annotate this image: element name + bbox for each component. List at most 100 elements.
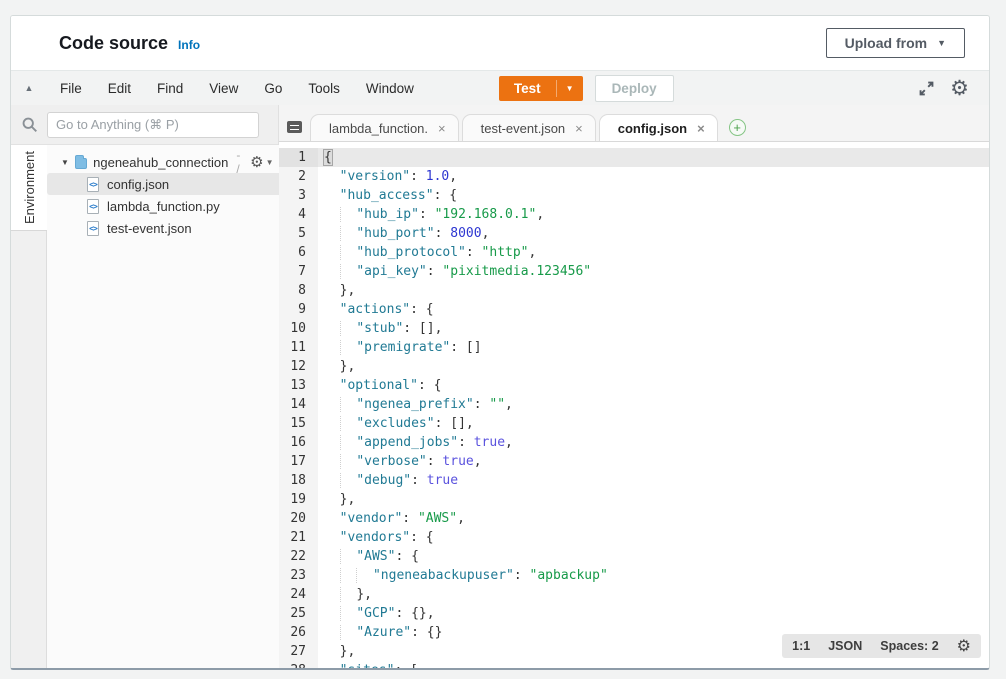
indent: [324, 416, 340, 431]
tree-file-item[interactable]: <>lambda_function.py: [47, 195, 287, 217]
tab-close-icon[interactable]: ×: [697, 121, 705, 136]
code-text: "version": 1.0,: [318, 167, 457, 186]
token: true: [442, 454, 473, 469]
tab-label: test-event.json: [481, 121, 566, 136]
tree-folder-row[interactable]: ▼ ngeneahub_connection - / ⚙ ▼: [47, 151, 287, 173]
status-cursor-position[interactable]: 1:1: [792, 639, 810, 653]
panel-header: Code source Info Upload from ▼: [11, 16, 989, 70]
token: },: [340, 644, 356, 659]
tab-list-icon[interactable]: [287, 121, 302, 133]
code-text: "hub_protocol": "http",: [318, 243, 536, 262]
status-indent[interactable]: Spaces: 2: [880, 639, 938, 653]
indent: [340, 549, 357, 564]
menubar-icons: ⚙: [918, 78, 969, 99]
indent: [324, 435, 340, 450]
test-button-label: Test: [499, 76, 556, 101]
menu-item-tools[interactable]: Tools: [295, 75, 353, 102]
menu-item-window[interactable]: Window: [353, 75, 427, 102]
code-text: "hub_port": 8000,: [318, 224, 489, 243]
token: ,: [482, 226, 490, 241]
token: ,: [529, 245, 537, 260]
token: "AWS": [418, 511, 457, 526]
token: true: [427, 473, 458, 488]
indent: [340, 473, 357, 488]
indent: [340, 397, 357, 412]
tree-settings-button[interactable]: ⚙ ▼: [250, 155, 273, 170]
deploy-button[interactable]: Deploy: [595, 75, 674, 102]
token: "": [489, 397, 505, 412]
status-gear-icon[interactable]: ⚙: [957, 638, 971, 654]
indent: [324, 549, 340, 564]
token: "hub_protocol": [356, 245, 466, 260]
ide-content: Environment ▼ ngeneahub_connection - / ⚙…: [11, 105, 989, 668]
line-number: 17: [279, 452, 318, 471]
code-text: "optional": {: [318, 376, 441, 395]
collapse-panel-icon[interactable]: ▲: [11, 83, 47, 93]
indent: [340, 340, 357, 355]
info-link[interactable]: Info: [178, 38, 200, 52]
file-icon: <>: [87, 177, 99, 192]
indent: [324, 568, 340, 583]
code-text: "ngenea_prefix": "",: [318, 395, 513, 414]
go-to-anything-input[interactable]: [47, 112, 259, 138]
fullscreen-icon[interactable]: [918, 80, 935, 97]
token: ,: [505, 397, 513, 412]
indent: [324, 511, 340, 526]
indent: [340, 245, 357, 260]
token: "sites": [340, 663, 395, 668]
settings-gear-icon[interactable]: ⚙: [950, 78, 969, 99]
tree-file-item[interactable]: <>test-event.json: [47, 217, 287, 239]
code-line: 25 "GCP": {},: [279, 604, 989, 623]
code-editor[interactable]: 1{2 "version": 1.0,3 "hub_access": {4 "h…: [279, 142, 989, 668]
tab-close-icon[interactable]: ×: [575, 121, 583, 136]
line-number: 12: [279, 357, 318, 376]
code-text: "debug": true: [318, 471, 458, 490]
editor-tab-test-event-json[interactable]: test-event.json ×: [462, 114, 596, 141]
token: "stub": [356, 321, 403, 336]
token: : []: [450, 340, 481, 355]
environment-tab[interactable]: Environment: [11, 145, 47, 231]
code-text: "verbose": true,: [318, 452, 482, 471]
menu-item-go[interactable]: Go: [251, 75, 295, 102]
menu-item-view[interactable]: View: [196, 75, 251, 102]
indent: [324, 625, 340, 640]
tab-label: config.json: [618, 121, 687, 136]
tree-file-item[interactable]: <>config.json: [47, 173, 285, 195]
menu-item-find[interactable]: Find: [144, 75, 196, 102]
code-line: 23 "ngeneabackupuser": "apbackup": [279, 566, 989, 585]
token: :: [458, 435, 474, 450]
menu-item-edit[interactable]: Edit: [95, 75, 144, 102]
indent: [356, 568, 373, 583]
code-text: },: [318, 585, 372, 604]
status-language[interactable]: JSON: [828, 639, 862, 653]
indent: [324, 207, 340, 222]
tree-disclosure-icon[interactable]: ▼: [61, 158, 69, 167]
editor-tab-lambda-function[interactable]: lambda_function.×: [310, 114, 459, 141]
token: "debug": [356, 473, 411, 488]
code-text: "api_key": "pixitmedia.123456": [318, 262, 591, 281]
test-button[interactable]: Test ▼: [499, 76, 583, 101]
token: "excludes": [356, 416, 434, 431]
indent: [324, 340, 340, 355]
tab-close-icon[interactable]: ×: [438, 121, 446, 136]
token: "apbackup": [530, 568, 608, 583]
indent: [324, 359, 340, 374]
code-line: 8 },: [279, 281, 989, 300]
token: ,: [474, 454, 482, 469]
menu-item-file[interactable]: File: [47, 75, 95, 102]
test-dropdown-arrow-icon[interactable]: ▼: [557, 76, 583, 101]
search-row: [11, 105, 278, 145]
token: "ngeneabackupuser": [373, 568, 514, 583]
token: : {: [434, 188, 457, 203]
file-tree: ▼ ngeneahub_connection - / ⚙ ▼ <>config.…: [47, 145, 287, 668]
code-line: 7 "api_key": "pixitmedia.123456": [279, 262, 989, 281]
code-line: 4 "hub_ip": "192.168.0.1",: [279, 205, 989, 224]
line-number: 13: [279, 376, 318, 395]
editor-tab-config-json[interactable]: config.json ×: [599, 114, 718, 141]
indent: [324, 226, 340, 241]
token: "api_key": [356, 264, 426, 279]
token: true: [474, 435, 505, 450]
code-line: 15 "excludes": [],: [279, 414, 989, 433]
new-tab-button[interactable]: +: [729, 119, 746, 136]
upload-from-button[interactable]: Upload from ▼: [826, 28, 965, 58]
